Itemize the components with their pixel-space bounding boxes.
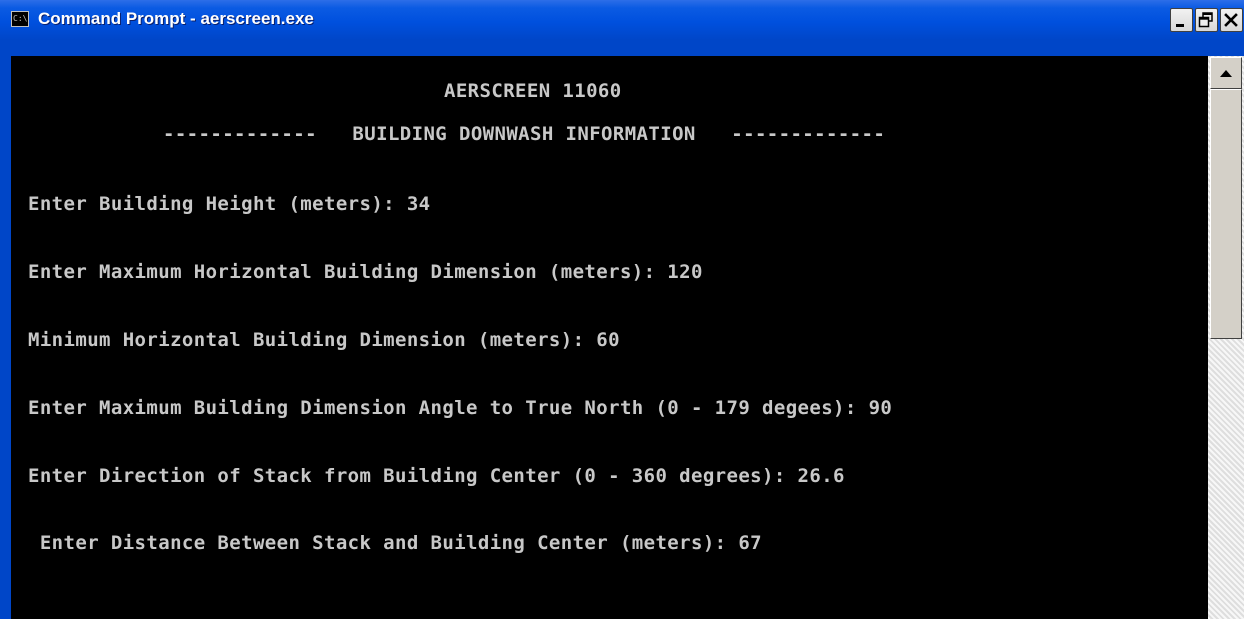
console-line: Minimum Horizontal Building Dimension (m… bbox=[28, 329, 620, 351]
minimize-icon bbox=[1176, 24, 1184, 27]
console-line: Enter Direction of Stack from Building C… bbox=[28, 465, 845, 487]
console-icon[interactable]: C:\ bbox=[11, 11, 29, 27]
section-title: ------------- BUILDING DOWNWASH INFORMAT… bbox=[163, 123, 886, 145]
scroll-up-button[interactable] bbox=[1210, 57, 1242, 89]
restore-icon bbox=[1198, 12, 1213, 28]
window-title: Command Prompt - aerscreen.exe bbox=[38, 9, 314, 28]
console-output[interactable]: AERSCREEN 11060 ------------- BUILDING D… bbox=[11, 56, 1208, 619]
console-line: Enter Maximum Building Dimension Angle t… bbox=[28, 397, 893, 419]
console-line: Enter Building Height (meters): 34 bbox=[28, 193, 431, 215]
restore-button[interactable] bbox=[1195, 8, 1218, 32]
close-button[interactable] bbox=[1220, 8, 1243, 32]
console-line: Enter Maximum Horizontal Building Dimens… bbox=[28, 261, 703, 283]
window-frame-left bbox=[0, 40, 11, 619]
console-line: Enter Distance Between Stack and Buildin… bbox=[28, 532, 763, 554]
window-frame-top bbox=[0, 40, 1244, 56]
title-bar[interactable]: C:\ Command Prompt - aerscreen.exe bbox=[0, 0, 1244, 40]
scrollbar-thumb[interactable] bbox=[1210, 89, 1242, 339]
close-icon bbox=[1224, 13, 1238, 27]
command-prompt-window: C:\ Command Prompt - aerscreen.exe AERSC… bbox=[0, 0, 1244, 619]
minimize-button[interactable] bbox=[1170, 8, 1193, 32]
console-header: AERSCREEN 11060 bbox=[444, 80, 622, 102]
scroll-up-icon bbox=[1220, 70, 1232, 77]
